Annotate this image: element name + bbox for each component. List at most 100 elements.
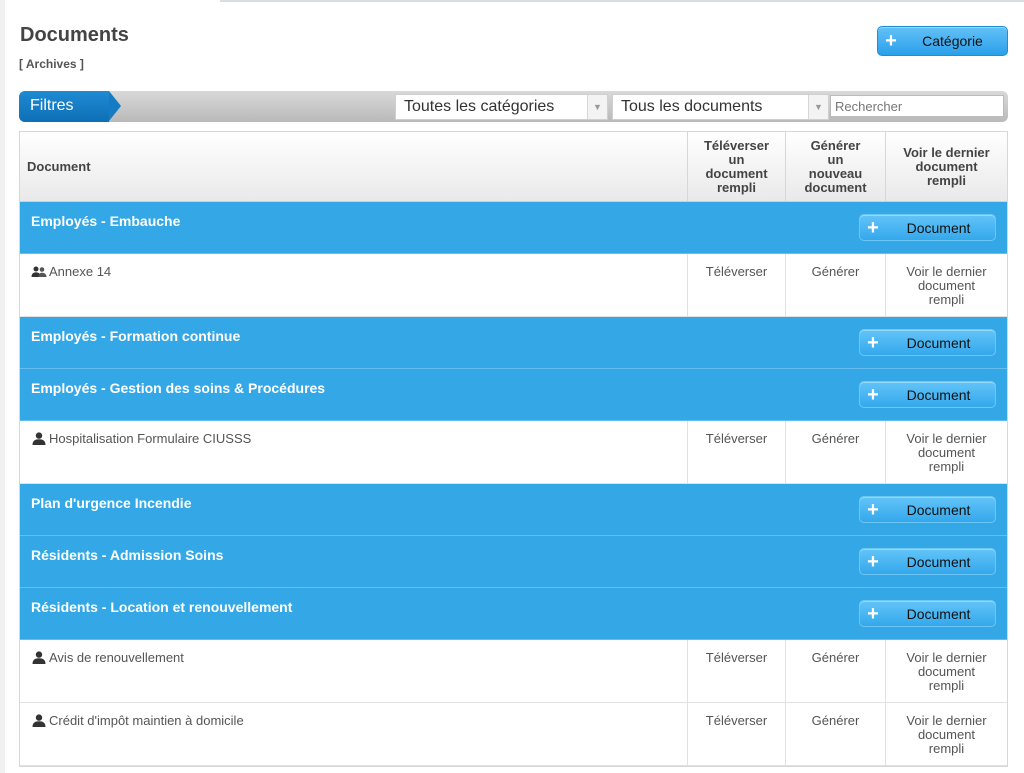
- table-row: Crédit d'impôt maintien à domicile Télév…: [20, 703, 1007, 766]
- upload-link[interactable]: Téléverser: [706, 431, 767, 446]
- view-last-line: Voir le dernier: [906, 431, 987, 446]
- table-row: Hospitalisation Formulaire CIUSSS Téléve…: [20, 421, 1007, 484]
- table-body: Employés - Embauche + Document Annexe 14…: [20, 202, 1007, 766]
- user-icon: [32, 714, 46, 727]
- plus-icon: +: [867, 498, 879, 521]
- generate-cell: Générer: [785, 254, 885, 316]
- header-upload: Téléverser un document rempli: [687, 132, 785, 201]
- view-last-line: rempli: [928, 292, 965, 307]
- category-filter-select[interactable]: Toutes les catégories ▼: [395, 94, 608, 120]
- upload-link[interactable]: Téléverser: [706, 650, 767, 665]
- document-filter-select[interactable]: Tous les documents ▼: [612, 94, 829, 120]
- document-filter-value: Tous les documents: [621, 98, 763, 115]
- category-row: Plan d'urgence Incendie + Document: [20, 484, 1007, 536]
- view-last-cell: Voir le dernier document rempli: [885, 254, 1007, 316]
- table-row: Annexe 14 Téléverser Générer Voir le der…: [20, 254, 1007, 317]
- upload-link[interactable]: Téléverser: [706, 713, 767, 728]
- add-category-button[interactable]: + Catégorie: [877, 26, 1008, 56]
- category-row: Employés - Formation continue + Document: [20, 317, 1007, 369]
- category-name: Résidents - Location et renouvellement: [31, 599, 293, 615]
- view-last-link[interactable]: Voir le dernier document rempli: [886, 714, 1007, 756]
- header-upload-line: un: [728, 151, 745, 167]
- add-document-button[interactable]: + Document: [859, 548, 996, 575]
- document-name: Hospitalisation Formulaire CIUSSS: [49, 431, 252, 446]
- documents-table: Document Téléverser un document rempli G…: [19, 131, 1008, 767]
- view-last-line: Voir le dernier: [906, 264, 987, 279]
- document-cell: Avis de renouvellement: [20, 640, 687, 702]
- user-icon: [31, 714, 49, 730]
- header-view-line: rempli: [926, 172, 966, 188]
- header-view-line: Voir le dernier: [903, 144, 990, 160]
- add-document-label: Document: [906, 553, 971, 570]
- add-document-button[interactable]: + Document: [859, 496, 996, 523]
- plus-icon: +: [867, 331, 879, 354]
- dropdown-arrow-icon: ▼: [587, 95, 607, 119]
- user-icon: [31, 651, 49, 667]
- page-title: Documents: [20, 24, 129, 46]
- view-last-line: document: [917, 278, 976, 293]
- generate-cell: Générer: [785, 703, 885, 765]
- view-last-line: Voir le dernier: [906, 650, 987, 665]
- top-divider: [220, 0, 1024, 2]
- generate-link[interactable]: Générer: [812, 713, 860, 728]
- upload-cell: Téléverser: [687, 703, 785, 765]
- add-category-label: Catégorie: [922, 33, 983, 49]
- category-name: Employés - Formation continue: [31, 328, 241, 344]
- plus-icon: +: [867, 550, 879, 573]
- category-row: Résidents - Admission Soins + Document: [20, 536, 1007, 588]
- document-cell: Hospitalisation Formulaire CIUSSS: [20, 421, 687, 483]
- generate-link[interactable]: Générer: [812, 264, 860, 279]
- group-icon: [31, 266, 47, 277]
- view-last-line: rempli: [928, 678, 965, 693]
- add-document-label: Document: [906, 605, 971, 622]
- user-icon: [32, 432, 46, 445]
- header-generate: Générer un nouveau document: [785, 132, 885, 201]
- plus-icon: +: [867, 216, 879, 239]
- header-upload-line: Téléverser: [703, 137, 770, 153]
- add-document-button[interactable]: + Document: [859, 381, 996, 408]
- add-document-label: Document: [906, 501, 971, 518]
- add-document-button[interactable]: + Document: [859, 600, 996, 627]
- view-last-cell: Voir le dernier document rempli: [885, 703, 1007, 765]
- user-icon: [32, 651, 46, 664]
- search-input[interactable]: [830, 95, 1004, 117]
- upload-cell: Téléverser: [687, 254, 785, 316]
- table-header: Document Téléverser un document rempli G…: [20, 132, 1007, 202]
- header-generate-line: document: [804, 179, 867, 195]
- document-name: Crédit d'impôt maintien à domicile: [49, 713, 244, 728]
- upload-cell: Téléverser: [687, 640, 785, 702]
- view-last-link[interactable]: Voir le dernier document rempli: [886, 651, 1007, 693]
- view-last-cell: Voir le dernier document rempli: [885, 640, 1007, 702]
- category-row: Employés - Embauche + Document: [20, 202, 1007, 254]
- header-generate-line: un: [827, 151, 844, 167]
- document-name: Avis de renouvellement: [49, 650, 184, 665]
- view-last-link[interactable]: Voir le dernier document rempli: [886, 432, 1007, 474]
- generate-link[interactable]: Générer: [812, 431, 860, 446]
- archives-link[interactable]: [ Archives ]: [19, 57, 84, 71]
- header-generate-line: nouveau: [808, 165, 863, 181]
- header-view-line: document: [915, 158, 978, 174]
- upload-link[interactable]: Téléverser: [706, 264, 767, 279]
- generate-cell: Générer: [785, 421, 885, 483]
- generate-link[interactable]: Générer: [812, 650, 860, 665]
- filter-bar: Filtres Toutes les catégories ▼ Tous les…: [19, 91, 1008, 122]
- document-cell: Crédit d'impôt maintien à domicile: [20, 703, 687, 765]
- add-document-label: Document: [906, 334, 971, 351]
- category-name: Plan d'urgence Incendie: [31, 495, 192, 511]
- user-icon: [31, 432, 49, 448]
- category-filter-value: Toutes les catégories: [404, 98, 555, 115]
- view-last-link[interactable]: Voir le dernier document rempli: [886, 265, 1007, 307]
- add-document-label: Document: [906, 219, 971, 236]
- header-upload-line: rempli: [716, 179, 756, 195]
- add-document-button[interactable]: + Document: [859, 214, 996, 241]
- group-icon: [31, 265, 49, 281]
- document-name: Annexe 14: [49, 264, 112, 279]
- view-last-line: document: [917, 445, 976, 460]
- generate-cell: Générer: [785, 640, 885, 702]
- view-last-line: document: [917, 727, 976, 742]
- category-name: Résidents - Admission Soins: [31, 547, 224, 563]
- view-last-line: rempli: [928, 741, 965, 756]
- add-document-button[interactable]: + Document: [859, 329, 996, 356]
- filters-tab: Filtres: [19, 91, 121, 122]
- plus-icon: +: [867, 602, 879, 625]
